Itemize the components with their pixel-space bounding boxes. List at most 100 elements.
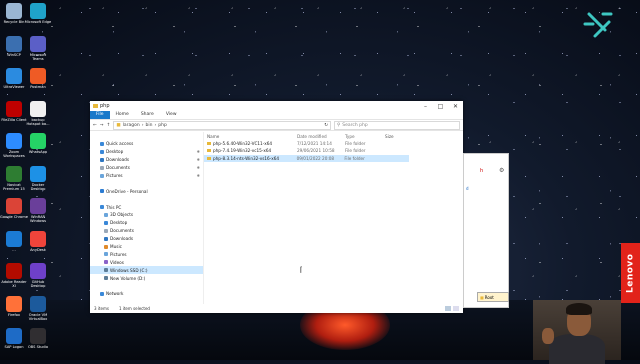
file-explorer-window[interactable]: php – □ ✕ File Home Share View ← → ↑ ■ l… xyxy=(90,101,463,313)
nav-item[interactable]: Windows SSD (C:) xyxy=(90,266,203,275)
file-list: Name Date modified Type Size php-5.6.40-… xyxy=(204,132,463,304)
desktop-icon-teams[interactable]: Microsoft Teams xyxy=(24,35,52,61)
column-headers: Name Date modified Type Size xyxy=(204,132,463,140)
filezilla-icon xyxy=(6,100,22,117)
nav-item[interactable]: New Volume (D:) xyxy=(90,274,203,282)
nav-item[interactable]: OneDrive - Personal xyxy=(90,187,203,195)
desktop-icon-postman[interactable]: Postman xyxy=(24,68,52,89)
root-button[interactable]: ■ Root xyxy=(477,292,509,302)
desktop-icon-docker[interactable]: Docker Desktop xyxy=(24,165,52,191)
desktop-icon-virtualbox[interactable]: Oracle VM VirtualBox xyxy=(24,295,52,321)
nav-item-icon xyxy=(104,212,108,217)
vpn-icon xyxy=(6,230,22,247)
desktop-icon-label: OBS Studio xyxy=(27,345,49,349)
desktop-icon-github[interactable]: GitHub Desktop xyxy=(24,263,52,288)
column-type[interactable]: Type xyxy=(345,134,385,139)
refresh-icon[interactable]: ↻ xyxy=(324,123,328,128)
nav-item[interactable]: Desktop xyxy=(90,219,203,227)
file-date: 7/12/2021 14:14 xyxy=(297,141,332,147)
status-bar: 3 items 1 item selected xyxy=(90,304,463,313)
address-bar[interactable]: ■ laragon › bin › php ↻ xyxy=(113,120,331,130)
folder-icon: ■ xyxy=(480,294,484,300)
nav-item xyxy=(90,195,203,203)
nav-item-icon xyxy=(100,141,104,146)
edge-icon xyxy=(30,3,46,19)
large-icons-view-icon[interactable] xyxy=(453,306,459,311)
nav-item[interactable]: Downloads xyxy=(90,235,203,243)
firefox-icon xyxy=(6,295,22,312)
gear-icon[interactable]: ⚙ xyxy=(499,167,504,174)
breadcrumb-bin[interactable]: bin xyxy=(146,123,153,128)
tab-file[interactable]: File xyxy=(90,111,110,119)
virtualbox-icon xyxy=(30,295,46,312)
tab-share[interactable]: Share xyxy=(135,111,160,119)
forward-arrow-icon[interactable]: → xyxy=(100,123,104,128)
details-view-icon[interactable] xyxy=(445,306,451,311)
mouse-cursor-icon: ⌈ xyxy=(300,266,303,274)
nav-item[interactable]: Network xyxy=(90,290,203,298)
nav-item-label: New Volume (D:) xyxy=(110,275,146,281)
nav-item[interactable]: Videos xyxy=(90,258,203,266)
desktop-icon-winrar[interactable]: WinRAR Windows xyxy=(24,198,52,223)
nav-item-label: Windows SSD (C:) xyxy=(110,267,148,273)
file-date: 29/06/2021 10:58 xyxy=(297,148,335,154)
nav-item-icon xyxy=(104,260,108,265)
nav-item-icon xyxy=(104,236,108,241)
nav-item[interactable]: Music xyxy=(90,243,203,251)
up-arrow-icon[interactable]: ↑ xyxy=(107,123,111,128)
desktop-icon-edge[interactable]: Microsoft Edge xyxy=(24,3,52,24)
nav-item[interactable]: Quick access xyxy=(90,140,203,148)
nav-item[interactable]: Documents xyxy=(90,227,203,235)
webcam-person-hair xyxy=(566,303,592,315)
column-date[interactable]: Date modified xyxy=(297,134,345,139)
file-row[interactable]: php-8.3.14-nts-Win32-vs16-x64 09/01/2022 … xyxy=(204,154,409,162)
maximize-button[interactable]: □ xyxy=(433,103,448,110)
obs-icon xyxy=(30,328,46,344)
column-size[interactable]: Size xyxy=(385,134,410,139)
pin-icon: ✸ xyxy=(196,165,200,171)
nav-item[interactable]: Downloads ✸ xyxy=(90,156,203,164)
app-tool-icon[interactable]: h xyxy=(480,168,483,174)
file-type: File folder xyxy=(344,155,365,161)
nav-item[interactable]: Documents ✸ xyxy=(90,164,203,172)
nav-item-icon xyxy=(100,173,104,178)
tab-home[interactable]: Home xyxy=(110,111,135,119)
desktop-icon-label: Postman xyxy=(30,85,46,89)
minimize-button[interactable]: – xyxy=(418,103,433,110)
tab-view[interactable]: View xyxy=(160,111,183,119)
file-name: php-7.4.19-Win32-vc15-x64 xyxy=(213,148,272,154)
title-bar[interactable]: php – □ ✕ xyxy=(90,101,463,111)
nav-item-label: Documents xyxy=(110,228,134,234)
nav-item-label: Videos xyxy=(110,259,124,265)
breadcrumb-laragon[interactable]: laragon xyxy=(123,123,140,128)
close-button[interactable]: ✕ xyxy=(448,103,463,110)
desktop-icon-obs[interactable]: OBS Studio xyxy=(24,328,52,349)
nav-item xyxy=(90,179,203,187)
nav-item[interactable]: 3D Objects xyxy=(90,211,203,219)
nav-item[interactable]: This PC xyxy=(90,203,203,211)
webcam-overlay xyxy=(533,300,621,364)
nav-item[interactable]: Pictures ✸ xyxy=(90,172,203,180)
nav-item-icon xyxy=(100,189,104,194)
desktop-icon-label: Oracle VM VirtualBox xyxy=(28,312,48,321)
desktop-icon-anydesk[interactable]: AnyDesk xyxy=(24,230,52,252)
folder-icon: ■ xyxy=(116,122,121,128)
nav-item-icon xyxy=(100,291,104,296)
desktop-icon-backup-hotspot[interactable]: backup Hotspot ba... xyxy=(24,100,52,126)
nav-item[interactable]: Desktop ✸ xyxy=(90,148,203,156)
back-arrow-icon[interactable]: ← xyxy=(93,123,97,128)
nav-item-label: Desktop xyxy=(110,220,128,226)
breadcrumb-php[interactable]: php xyxy=(158,123,167,128)
nav-item-icon xyxy=(104,268,108,273)
desktop-icon-whatsapp[interactable]: WhatsApp xyxy=(24,133,52,154)
search-input[interactable]: ⚲ Search php xyxy=(334,120,460,130)
background-app-window[interactable]: h ⚙ d ■ Root xyxy=(463,153,509,308)
file-row[interactable]: php-5.6.40-Win32-VC11-x64 7/12/2021 14:14… xyxy=(204,140,463,147)
search-placeholder: Search php xyxy=(342,122,368,128)
nav-item-label: Network xyxy=(106,291,124,297)
nav-item[interactable]: Pictures xyxy=(90,250,203,258)
file-row[interactable]: php-7.4.19-Win32-vc15-x64 29/06/2021 10:5… xyxy=(204,147,463,154)
column-name[interactable]: Name xyxy=(204,134,297,139)
winrar-icon xyxy=(30,198,46,214)
nav-item-label: OneDrive - Personal xyxy=(106,188,148,194)
